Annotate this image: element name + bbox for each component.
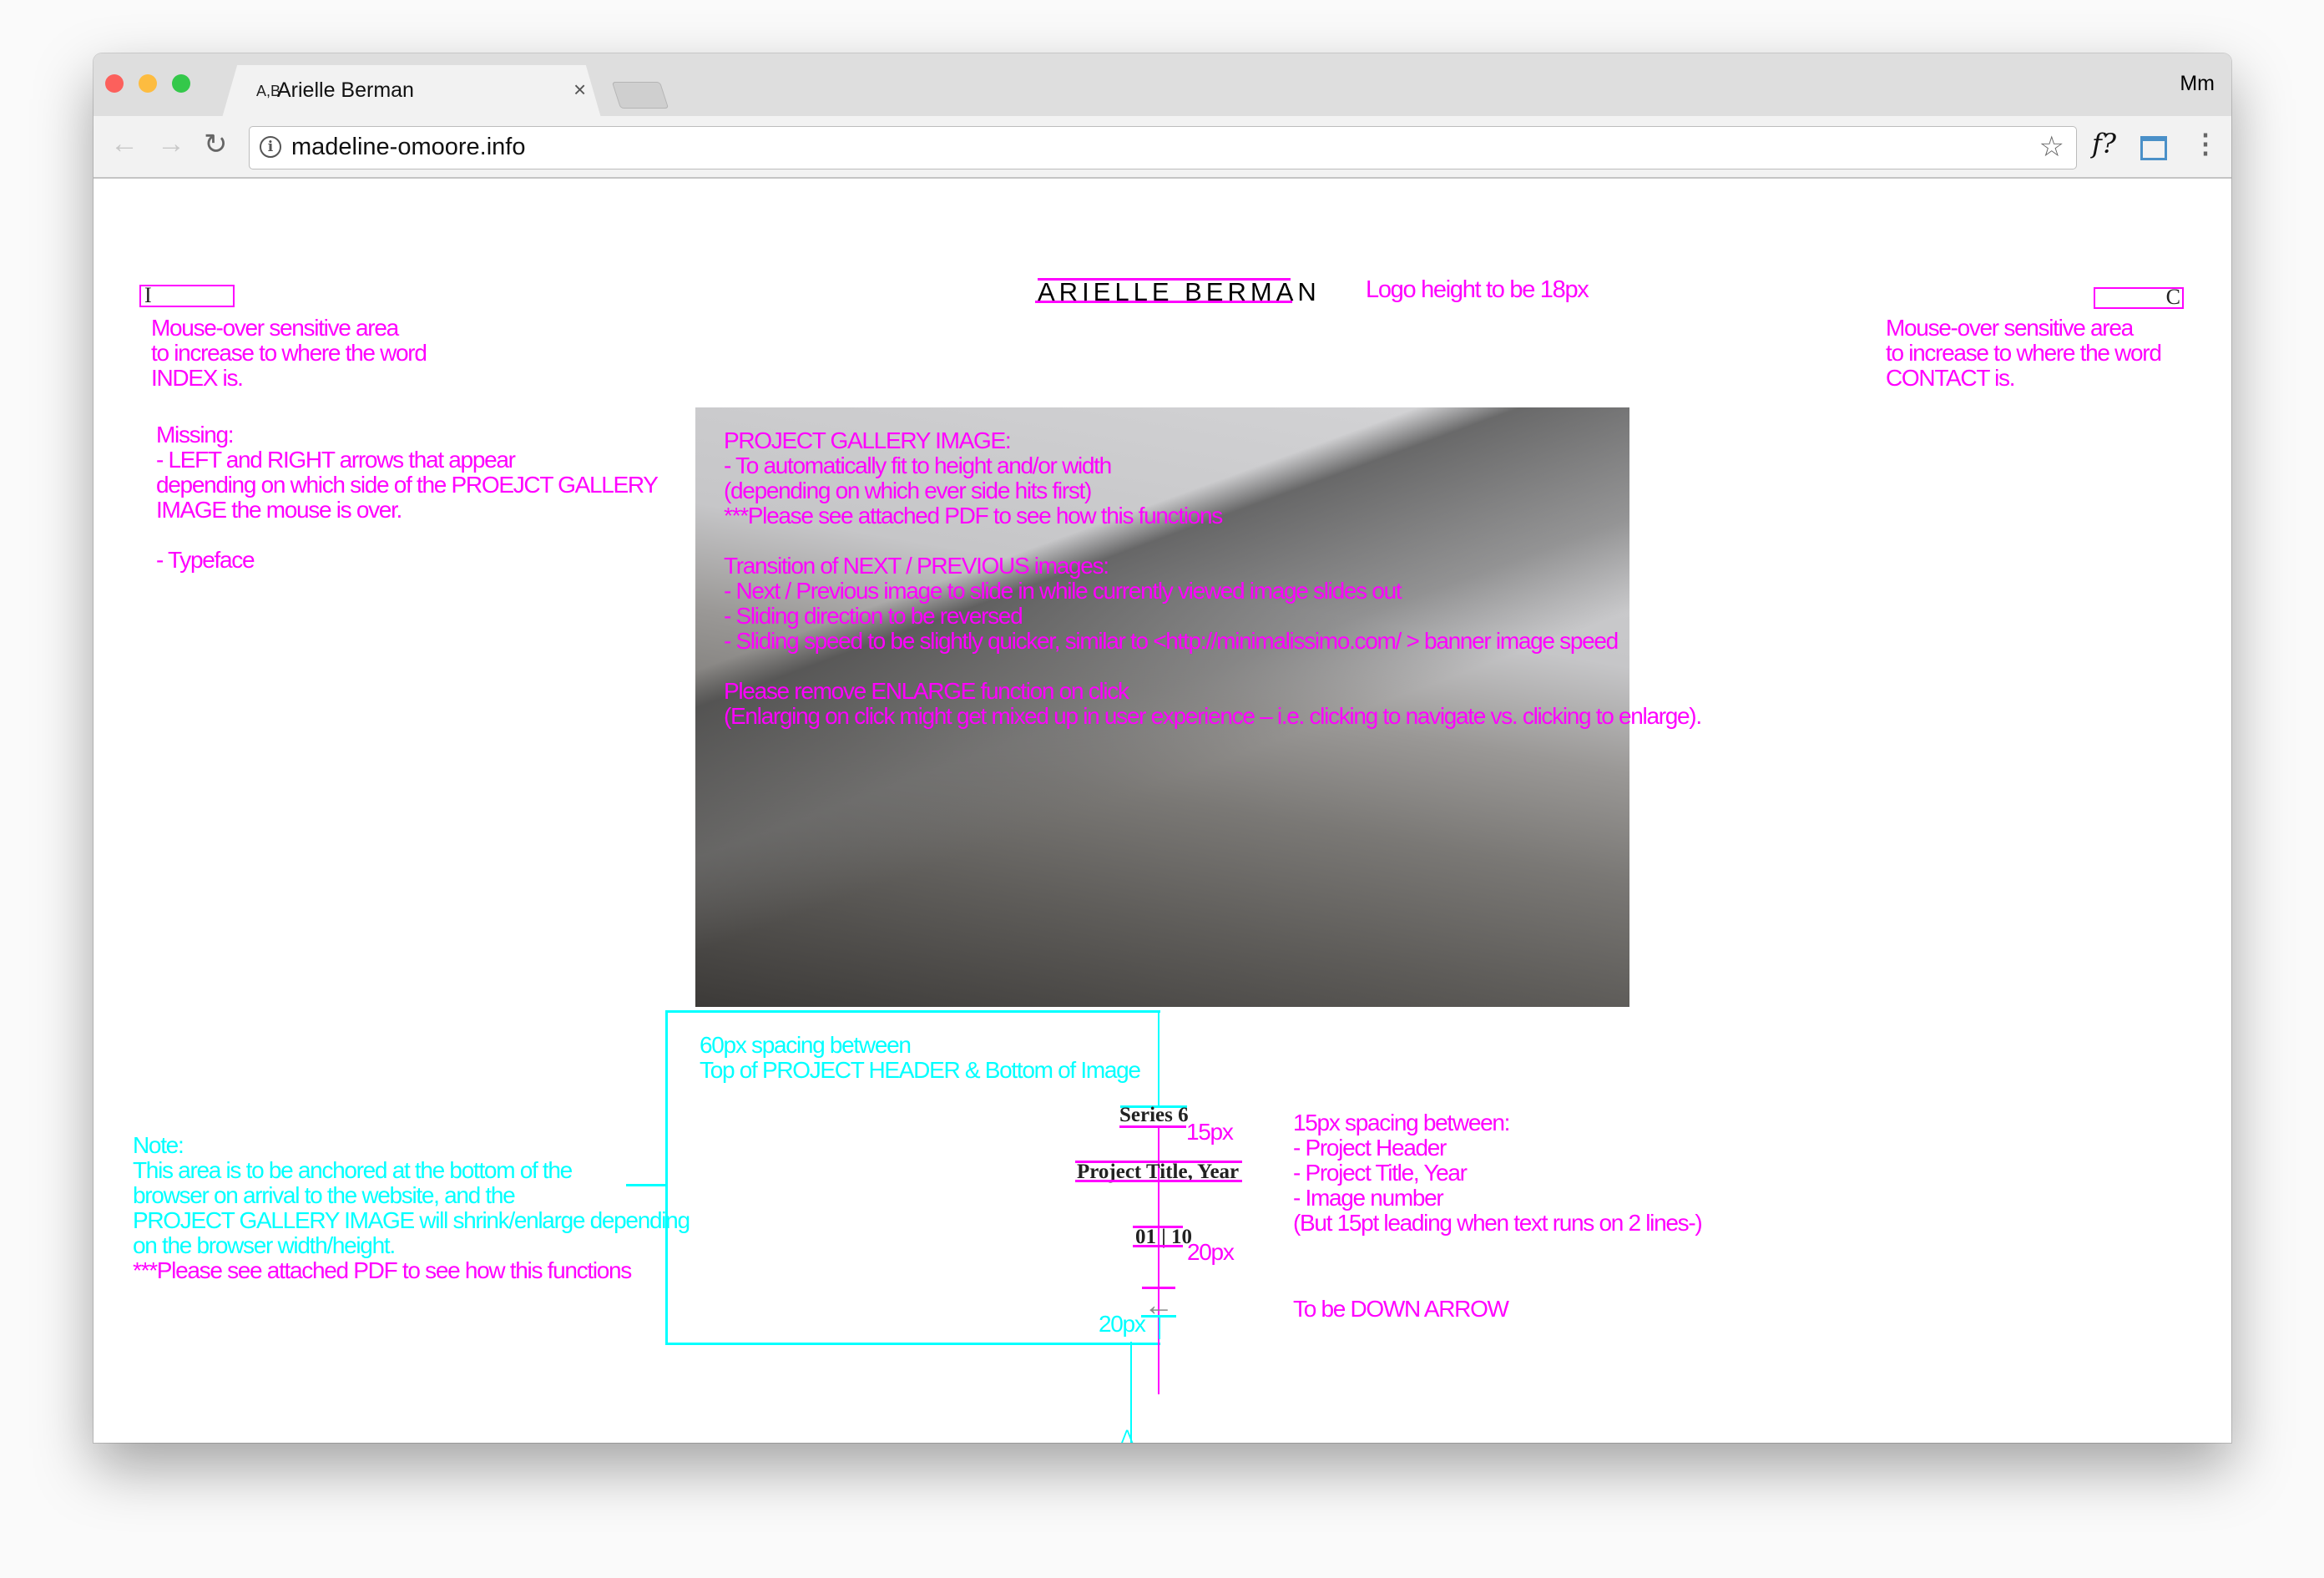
new-tab-button[interactable] (611, 82, 669, 109)
spacing-20-bottom-guide (1159, 1316, 1160, 1339)
counter-guide-bottom (1133, 1245, 1183, 1247)
close-window-button[interactable] (105, 74, 124, 93)
logo-note: Logo height to be 18px (1366, 276, 1589, 303)
index-letter: I (144, 283, 152, 307)
anchor-note: Note: This area is to be anchored at the… (133, 1132, 690, 1258)
maximize-window-button[interactable] (172, 74, 190, 93)
page-content: I Mouse-over sensitive area to increase … (93, 179, 2231, 1443)
title-guide-bottom (1075, 1180, 1242, 1182)
back-arrow-icon[interactable]: ← (110, 128, 139, 160)
profile-button[interactable]: Mm (2180, 72, 2215, 96)
contact-link[interactable]: C (2094, 285, 2184, 309)
index-note: Mouse-over sensitive area to increase to… (151, 315, 427, 391)
anchor-bottom-arrow-icon: ⋀ (1120, 1428, 1134, 1443)
toolbar: ← → ↻ i madeline-omoore.info ☆ f? ⋮ (93, 116, 2231, 179)
tab-bar: A,B Arielle Berman × Mm (93, 53, 2231, 118)
index-link[interactable]: I (139, 283, 235, 307)
info-icon[interactable]: i (260, 136, 281, 158)
minimize-window-button[interactable] (139, 74, 157, 93)
tab-close-icon[interactable]: × (573, 77, 586, 103)
contact-note: Mouse-over sensitive area to increase to… (1886, 315, 2162, 391)
star-icon[interactable]: ☆ (2039, 130, 2064, 164)
spacing-60-guide (1158, 1010, 1159, 1106)
missing-note: Missing: - LEFT and RIGHT arrows that ap… (156, 422, 659, 573)
header-guide-bottom (1119, 1125, 1186, 1128)
project-header: Series 6 (1119, 1104, 1189, 1126)
spacing-20-bottom-label: 20px (1099, 1311, 1146, 1337)
down-arrow-note: To be DOWN ARROW (1293, 1296, 1509, 1322)
reload-icon[interactable]: ↻ (204, 128, 228, 161)
spacing-60-note: 60px spacing between Top of PROJECT HEAD… (700, 1032, 1141, 1083)
contact-letter: C (2165, 285, 2180, 309)
url-text[interactable]: madeline-omoore.info (291, 134, 525, 161)
browser-window: A,B Arielle Berman × Mm ← → ↻ i madeline… (93, 53, 2231, 1443)
tab-title: Arielle Berman (277, 78, 414, 102)
gallery-note: PROJECT GALLERY IMAGE: - To automaticall… (724, 427, 1702, 729)
pdf-note: ***Please see attached PDF to see how th… (133, 1257, 632, 1283)
spacing-15-note: 15px spacing between: - Project Header -… (1293, 1110, 1703, 1236)
window-resizer-icon[interactable] (2140, 136, 2167, 160)
spacing-15-label: 15px (1186, 1119, 1234, 1145)
spacing-20-label: 20px (1187, 1239, 1235, 1265)
forward-arrow-icon[interactable]: → (157, 128, 185, 160)
menu-icon[interactable]: ⋮ (2192, 128, 2219, 159)
logo-guide-bottom (1035, 301, 1292, 303)
address-bar[interactable]: i madeline-omoore.info ☆ (249, 126, 2077, 169)
font-finder-icon[interactable]: f? (2092, 128, 2116, 159)
